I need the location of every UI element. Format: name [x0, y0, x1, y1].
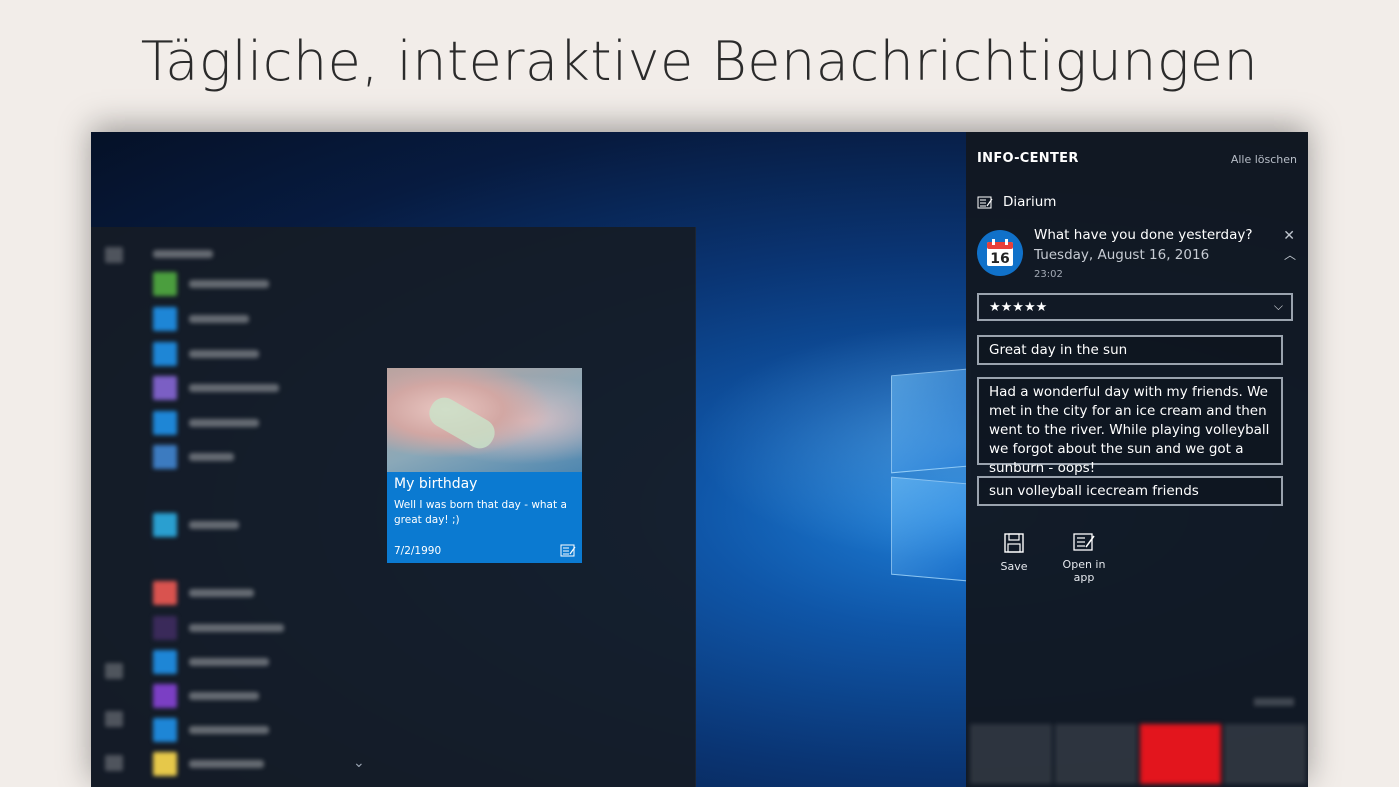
open-in-app-label: Open in app — [1062, 558, 1106, 584]
quick-action-tile[interactable] — [970, 724, 1052, 784]
quick-actions — [970, 724, 1306, 784]
tile-title: My birthday — [394, 476, 478, 492]
start-menu: ⌄ My birthday Well I was born that day -… — [91, 227, 696, 787]
quick-action-tile[interactable] — [1139, 724, 1222, 784]
app-group-header[interactable]: Diarium — [977, 194, 1056, 210]
rating-dropdown[interactable]: ★★★★★ ⌵ — [977, 293, 1293, 321]
blurred-app-item[interactable] — [153, 376, 279, 400]
action-center: INFO-CENTER Alle löschen Diarium 16 What… — [966, 132, 1308, 787]
blurred-app-item[interactable] — [153, 307, 249, 331]
chevron-up-icon[interactable]: ︿ — [1284, 246, 1296, 263]
entry-text-input[interactable]: Had a wonderful day with my friends. We … — [977, 377, 1283, 476]
journal-icon — [1073, 533, 1095, 551]
blurred-app-list-header — [153, 243, 213, 265]
notification-title: What have you done yesterday? — [1034, 227, 1253, 243]
desktop-screenshot: ⌄ My birthday Well I was born that day -… — [91, 132, 1308, 787]
blurred-app-item[interactable] — [153, 616, 284, 640]
tile-date: 7/2/1990 — [394, 545, 442, 557]
blurred-app-item[interactable] — [153, 650, 269, 674]
settings-icon[interactable] — [105, 711, 123, 727]
hamburger-icon[interactable] — [105, 247, 123, 263]
tile-body: Well I was born that day - what a great … — [394, 499, 567, 526]
notification-subtitle: Tuesday, August 16, 2016 — [1034, 247, 1210, 263]
journal-icon — [977, 196, 993, 208]
blurred-app-item[interactable] — [153, 513, 239, 537]
save-label: Save — [1000, 560, 1028, 573]
blurred-app-item[interactable] — [153, 445, 234, 469]
live-tile[interactable]: My birthday Well I was born that day - w… — [387, 368, 582, 563]
rating-value: ★★★★★ — [989, 299, 1048, 315]
user-avatar-icon[interactable] — [105, 663, 123, 679]
tags-input[interactable]: sun volleyball icecream friends — [977, 476, 1283, 506]
action-center-title: INFO-CENTER — [977, 151, 1079, 166]
quick-action-tile[interactable] — [1224, 724, 1306, 784]
chevron-down-icon[interactable]: ⌄ — [353, 755, 365, 771]
chevron-down-icon: ⌵ — [1273, 299, 1283, 313]
tile-photo — [387, 368, 582, 472]
quick-action-tile[interactable] — [1054, 724, 1137, 784]
clear-all-button[interactable]: Alle löschen — [1231, 153, 1297, 166]
blurred-app-item[interactable] — [153, 411, 259, 435]
blurred-app-item[interactable] — [153, 581, 254, 605]
power-icon[interactable] — [105, 755, 123, 771]
entry-title-input[interactable]: Great day in the sun — [977, 335, 1283, 365]
save-button[interactable]: Save — [994, 532, 1034, 573]
blurred-app-item[interactable] — [153, 718, 269, 742]
close-icon[interactable]: ✕ — [1283, 228, 1295, 244]
blurred-app-item[interactable] — [153, 272, 269, 296]
blurred-app-item[interactable] — [153, 684, 259, 708]
blurred-app-item[interactable] — [153, 342, 259, 366]
windows-logo-pane — [891, 476, 967, 582]
open-in-app-button[interactable]: Open in app — [1058, 532, 1110, 584]
journal-icon — [560, 544, 576, 557]
calendar-day: 16 — [990, 251, 1010, 267]
calendar-icon: 16 — [977, 230, 1023, 276]
notification-time: 23:02 — [1034, 269, 1063, 280]
app-name: Diarium — [1003, 194, 1057, 210]
blurred-app-item[interactable] — [153, 752, 264, 776]
windows-logo-pane — [891, 368, 967, 474]
page-headline: Tägliche, interaktive Benachrichtigungen — [140, 30, 1259, 93]
save-icon — [1004, 533, 1024, 553]
collapse-quick-actions[interactable] — [1254, 698, 1294, 706]
